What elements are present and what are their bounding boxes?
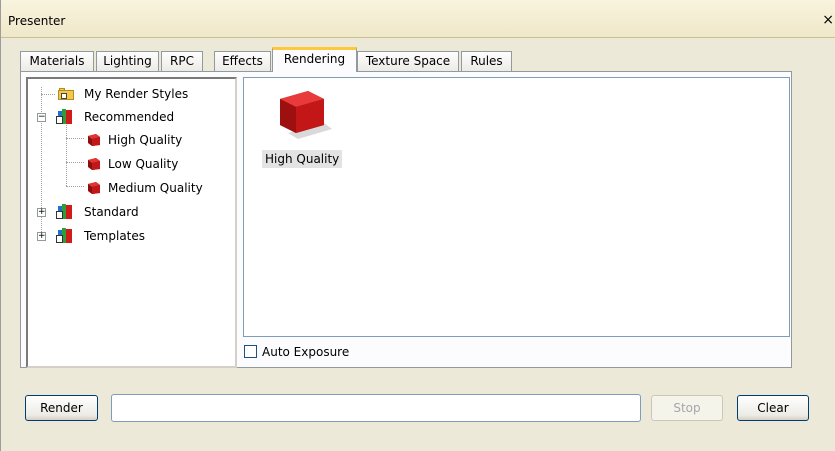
folder-note-icon	[58, 88, 74, 100]
tree-item-label: Templates	[84, 229, 146, 243]
preview-thumbnail-label: High Quality	[262, 150, 343, 168]
tab-materials[interactable]: Materials	[20, 51, 94, 71]
clear-button[interactable]: Clear	[737, 395, 809, 421]
tree-item-standard[interactable]: + Standard	[28, 203, 228, 221]
expand-toggle-icon[interactable]: +	[37, 208, 46, 217]
render-style-cube-icon	[86, 157, 102, 171]
tree-item-label: Low Quality	[108, 157, 179, 171]
render-button[interactable]: Render	[25, 395, 98, 421]
close-icon[interactable]: ×	[822, 12, 834, 28]
expand-toggle-icon[interactable]: +	[37, 232, 46, 241]
tab-effects[interactable]: Effects	[214, 51, 271, 71]
tree-item-medium-quality[interactable]: Medium Quality	[28, 179, 228, 197]
window-title: Presenter	[8, 14, 66, 28]
render-style-cube-icon	[86, 133, 102, 147]
collapse-toggle-icon[interactable]: −	[37, 113, 46, 122]
tab-lighting[interactable]: Lighting	[96, 51, 159, 71]
tree-item-label: Recommended	[84, 110, 175, 124]
tree-item-low-quality[interactable]: Low Quality	[28, 155, 228, 173]
tree-item-templates[interactable]: + Templates	[28, 227, 228, 245]
tree-item-high-quality[interactable]: High Quality	[28, 131, 228, 149]
tab-rules[interactable]: Rules	[461, 51, 512, 71]
library-books-icon	[56, 227, 74, 244]
presenter-window: Presenter × Materials Lighting RPC Effec…	[0, 0, 835, 451]
red-cube-icon	[280, 91, 332, 139]
tab-rendering[interactable]: Rendering	[272, 47, 357, 72]
title-bar[interactable]: Presenter ×	[1, 0, 835, 38]
library-books-icon	[56, 203, 74, 220]
render-style-cube-icon	[86, 181, 102, 195]
stop-button[interactable]: Stop	[651, 395, 723, 421]
render-styles-tree[interactable]: My Render Styles − Recommended High Qual…	[26, 77, 237, 368]
tree-item-label: My Render Styles	[84, 87, 189, 101]
tree-item-my-render-styles[interactable]: My Render Styles	[28, 85, 228, 103]
auto-exposure-label: Auto Exposure	[262, 345, 350, 359]
tab-texture-space[interactable]: Texture Space	[357, 51, 459, 71]
tree-item-label: Medium Quality	[108, 181, 203, 195]
tree-item-label: High Quality	[108, 133, 183, 147]
tab-rpc[interactable]: RPC	[161, 51, 203, 71]
library-books-icon	[56, 108, 74, 125]
tree-item-recommended[interactable]: − Recommended	[28, 108, 228, 126]
tree-item-label: Standard	[84, 205, 139, 219]
auto-exposure-checkbox[interactable]	[244, 345, 257, 358]
render-status-field[interactable]	[111, 394, 641, 422]
